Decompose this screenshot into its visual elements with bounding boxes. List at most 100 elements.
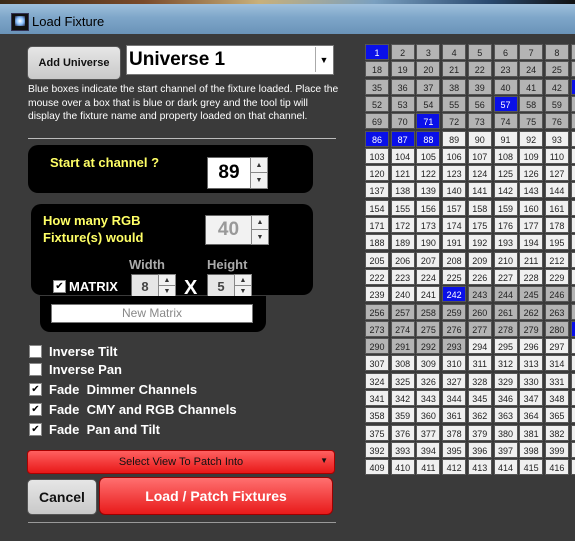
channel-cell[interactable]: 224	[416, 268, 441, 285]
view-select[interactable]: Select View To Patch Into ▼	[27, 450, 335, 474]
channel-cell[interactable]: 4	[442, 44, 467, 60]
channel-cell[interactable]: 382	[544, 424, 569, 441]
channel-cell[interactable]: 104	[390, 147, 415, 164]
channel-cell[interactable]: 274	[390, 320, 415, 337]
universe-select[interactable]: Universe 1 ▼	[126, 45, 334, 75]
channel-cell[interactable]: 240	[390, 286, 415, 303]
channel-cell[interactable]: 292	[416, 338, 441, 355]
channel-cell[interactable]: 110	[544, 147, 569, 164]
channel-cell[interactable]: 315	[570, 355, 575, 372]
start-channel-input[interactable]: 89	[207, 157, 251, 189]
channel-cell[interactable]: 262	[519, 303, 544, 320]
channel-cell[interactable]: 392	[365, 441, 389, 458]
channel-cell[interactable]: 39	[467, 78, 492, 95]
channel-cell[interactable]: 52	[365, 95, 389, 112]
channel-cell[interactable]: 245	[519, 286, 544, 303]
channel-cell[interactable]: 21	[442, 61, 467, 78]
channel-cell[interactable]: 328	[467, 372, 492, 389]
channel-cell[interactable]: 162	[570, 199, 575, 216]
fixture-count-input[interactable]: 40	[205, 215, 252, 245]
channel-cell[interactable]: 377	[416, 424, 441, 441]
channel-cell[interactable]: 256	[365, 303, 389, 320]
spin-up-icon[interactable]: ▲	[252, 216, 268, 230]
channel-cell[interactable]: 345	[467, 390, 492, 406]
chevron-down-icon[interactable]: ▼	[320, 456, 328, 465]
channel-cell[interactable]: 381	[519, 424, 544, 441]
channel-cell[interactable]: 178	[544, 217, 569, 233]
channel-cell[interactable]: 177	[519, 217, 544, 233]
channel-cell[interactable]: 344	[442, 390, 467, 406]
channel-cell[interactable]: 175	[467, 217, 492, 233]
channel-cell[interactable]: 365	[544, 407, 569, 424]
channel-cell[interactable]: 158	[467, 199, 492, 216]
option-row[interactable]: ✔ Fade CMY and RGB Channels	[29, 402, 237, 417]
channel-cell[interactable]: 394	[416, 441, 441, 458]
channel-cell[interactable]: 24	[519, 61, 544, 78]
channel-cell[interactable]: 415	[519, 459, 544, 476]
channel-cell[interactable]: 375	[365, 424, 389, 441]
channel-cell[interactable]: 58	[519, 95, 544, 112]
channel-cell[interactable]: 111	[570, 147, 575, 164]
channel-cell[interactable]: 376	[390, 424, 415, 441]
channel-cell[interactable]: 264	[570, 303, 575, 320]
channel-cell[interactable]: 174	[442, 217, 467, 233]
channel-cell[interactable]: 244	[493, 286, 518, 303]
channel-cell[interactable]: 9	[570, 44, 575, 60]
channel-cell[interactable]: 128	[570, 165, 575, 182]
option-checkbox[interactable]: ✔	[29, 382, 42, 396]
channel-cell[interactable]: 53	[390, 95, 415, 112]
channel-cell[interactable]: 161	[544, 199, 569, 216]
channel-cell[interactable]: 207	[416, 251, 441, 268]
channel-cell[interactable]: 258	[416, 303, 441, 320]
option-checkbox[interactable]	[29, 362, 42, 376]
channel-cell[interactable]: 106	[442, 147, 467, 164]
fixture-count-spinner[interactable]: ▲ ▼	[251, 215, 269, 245]
channel-cell[interactable]: 312	[493, 355, 518, 372]
channel-cell[interactable]: 314	[544, 355, 569, 372]
channel-cell[interactable]: 5	[467, 44, 492, 60]
channel-cell[interactable]: 210	[493, 251, 518, 268]
channel-cell[interactable]: 73	[467, 113, 492, 130]
channel-cell[interactable]: 409	[365, 459, 389, 476]
option-row[interactable]: ✔ Fade Dimmer Channels	[29, 382, 197, 397]
option-row[interactable]: Inverse Tilt	[29, 344, 117, 359]
channel-cell[interactable]: 194	[519, 234, 544, 251]
channel-cell[interactable]: 71	[416, 113, 441, 130]
channel-cell[interactable]: 38	[442, 78, 467, 95]
channel-cell[interactable]: 22	[467, 61, 492, 78]
channel-cell[interactable]: 313	[519, 355, 544, 372]
channel-cell[interactable]: 380	[493, 424, 518, 441]
channel-cell[interactable]: 190	[416, 234, 441, 251]
channel-cell[interactable]: 70	[390, 113, 415, 130]
spin-down-icon[interactable]: ▼	[251, 173, 267, 188]
matrix-width-spinner[interactable]: ▲ ▼	[158, 274, 176, 298]
channel-cell[interactable]: 145	[570, 182, 575, 199]
channel-cell[interactable]: 399	[544, 441, 569, 458]
channel-cell[interactable]: 326	[416, 372, 441, 389]
channel-cell[interactable]: 77	[570, 113, 575, 130]
channel-cell[interactable]: 259	[442, 303, 467, 320]
matrix-width-input[interactable]: 8	[131, 274, 159, 298]
channel-cell[interactable]: 310	[442, 355, 467, 372]
channel-cell[interactable]: 159	[493, 199, 518, 216]
start-channel-spinner[interactable]: ▲ ▼	[250, 157, 268, 189]
channel-cell[interactable]: 396	[467, 441, 492, 458]
channel-cell[interactable]: 160	[519, 199, 544, 216]
channel-cell[interactable]: 144	[544, 182, 569, 199]
channel-cell[interactable]: 188	[365, 234, 389, 251]
channel-cell[interactable]: 346	[493, 390, 518, 406]
channel-cell[interactable]: 189	[390, 234, 415, 251]
channel-cell[interactable]: 195	[544, 234, 569, 251]
channel-cell[interactable]: 293	[442, 338, 467, 355]
channel-cell[interactable]: 398	[519, 441, 544, 458]
channel-cell[interactable]: 331	[544, 372, 569, 389]
matrix-height-input[interactable]: 5	[207, 274, 235, 298]
channel-cell[interactable]: 142	[493, 182, 518, 199]
channel-cell[interactable]: 40	[493, 78, 518, 95]
channel-cell[interactable]: 411	[416, 459, 441, 476]
channel-cell[interactable]: 56	[467, 95, 492, 112]
channel-cell[interactable]: 42	[544, 78, 569, 95]
channel-cell[interactable]: 325	[390, 372, 415, 389]
channel-cell[interactable]: 364	[519, 407, 544, 424]
channel-cell[interactable]: 278	[493, 320, 518, 337]
